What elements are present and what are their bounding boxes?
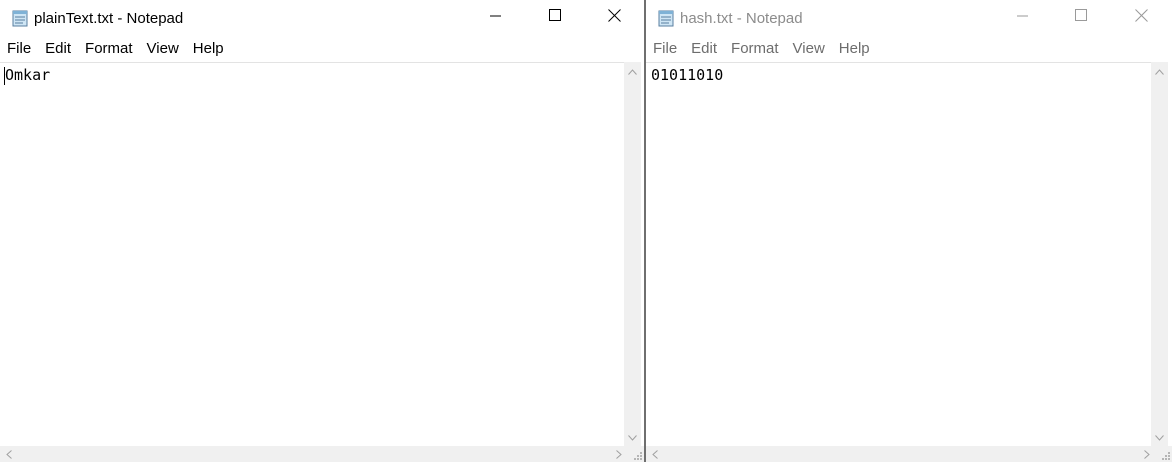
scroll-right-arrow-icon[interactable] [610,446,627,462]
menu-view[interactable]: View [786,37,832,61]
document-text: Omkar [5,66,51,84]
scroll-up-arrow-icon[interactable] [624,64,641,80]
vertical-scrollbar[interactable] [1151,62,1168,446]
menu-help[interactable]: Help [832,37,877,61]
menu-bar: File Edit Format View Help [646,37,1172,61]
scroll-left-arrow-icon[interactable] [0,446,17,462]
text-editor[interactable]: 01011010 [646,62,1151,446]
menu-file[interactable]: File [646,37,684,61]
window-title: plainText.txt - Notepad [34,10,184,27]
resize-grip-icon[interactable] [627,446,644,462]
notepad-window-hash[interactable]: hash.txt - Notepad File Edit Format View… [646,0,1172,462]
menu-edit[interactable]: Edit [38,37,78,61]
minimize-button[interactable] [994,0,1052,36]
close-button[interactable] [585,0,643,36]
text-editor[interactable]: Omkar [0,62,624,446]
minimize-button[interactable] [467,0,525,36]
title-bar[interactable]: plainText.txt - Notepad [0,0,644,36]
close-icon [607,9,621,27]
menu-bar: File Edit Format View Help [0,37,644,61]
scroll-right-arrow-icon[interactable] [1138,446,1155,462]
menu-format[interactable]: Format [78,37,140,61]
maximize-icon [548,9,562,27]
notepad-window-plaintext[interactable]: plainText.txt - Notepad File Edit Format… [0,0,644,462]
minimize-icon [1017,9,1029,27]
menu-view[interactable]: View [140,37,186,61]
resize-grip-icon[interactable] [1155,446,1172,462]
scroll-up-arrow-icon[interactable] [1151,64,1168,80]
maximize-icon [1074,9,1088,27]
scroll-down-arrow-icon[interactable] [624,430,641,446]
maximize-button[interactable] [1052,0,1110,36]
horizontal-scrollbar[interactable] [646,446,1155,462]
maximize-button[interactable] [526,0,584,36]
close-button[interactable] [1112,0,1170,36]
vertical-scrollbar[interactable] [624,62,641,446]
menu-help[interactable]: Help [186,37,231,61]
document-text: 01011010 [651,66,724,84]
horizontal-scrollbar[interactable] [0,446,627,462]
close-icon [1134,9,1148,27]
notepad-icon [11,9,29,27]
notepad-icon [657,9,675,27]
scroll-left-arrow-icon[interactable] [646,446,663,462]
minimize-icon [490,9,502,27]
menu-format[interactable]: Format [724,37,786,61]
title-bar[interactable]: hash.txt - Notepad [646,0,1172,36]
menu-edit[interactable]: Edit [684,37,724,61]
window-title: hash.txt - Notepad [680,10,803,27]
scroll-down-arrow-icon[interactable] [1151,430,1168,446]
menu-file[interactable]: File [0,37,38,61]
